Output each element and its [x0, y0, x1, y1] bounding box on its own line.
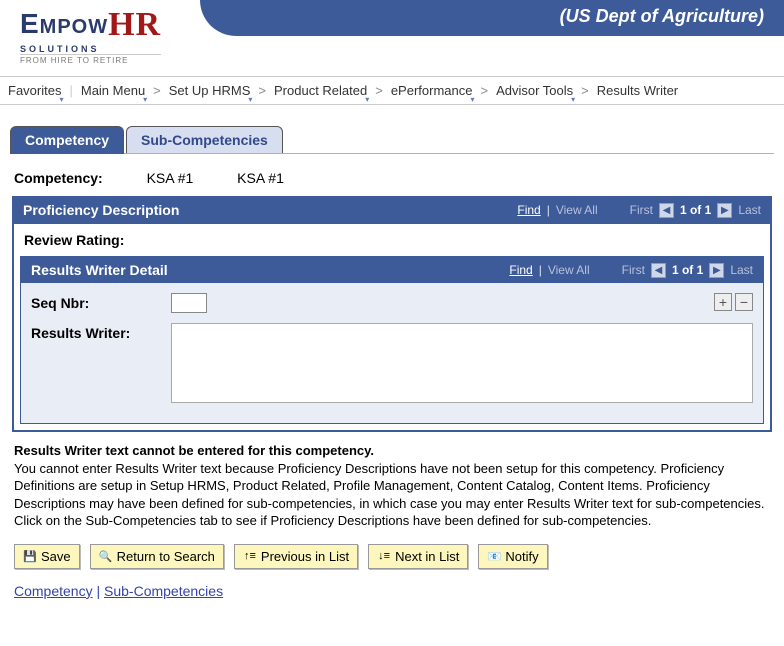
notify-icon: 📧 [487, 549, 501, 563]
detail-next-icon[interactable]: ▶ [709, 263, 724, 278]
return-to-search-button[interactable]: 🔍Return to Search [90, 544, 224, 569]
detail-panel: Results Writer Detail Find | View All Fi… [20, 256, 764, 424]
crumb-setup-hrms[interactable]: Set Up HRMS [169, 83, 251, 98]
notify-button[interactable]: 📧Notify [478, 544, 547, 569]
next-in-list-button[interactable]: ↓≡Next in List [368, 544, 468, 569]
crumb-product-related[interactable]: Product Related [274, 83, 367, 98]
detail-body: Seq Nbr: + − Results Writer: [21, 283, 763, 423]
logo-word-1: Empow [20, 8, 108, 39]
list-up-icon: ↑≡ [243, 549, 257, 563]
crumb-favorites[interactable]: Favorites [8, 83, 61, 98]
remove-row-button[interactable]: − [735, 293, 753, 311]
list-down-icon: ↓≡ [377, 549, 391, 563]
tab-competency[interactable]: Competency [10, 126, 124, 154]
app-logo: EmpowHR SOLUTIONS FROM HIRE TO RETIRE [20, 6, 161, 65]
action-buttons: 💾Save 🔍Return to Search ↑≡Previous in Li… [14, 544, 770, 569]
seq-nbr-input[interactable] [171, 293, 207, 313]
logo-word-2: HR [108, 6, 161, 43]
competency-desc: KSA #1 [237, 170, 284, 186]
add-row-button[interactable]: + [714, 293, 732, 311]
warning-heading: Results Writer text cannot be entered fo… [14, 443, 374, 458]
proficiency-body: Review Rating: Results Writer Detail Fin… [13, 223, 771, 431]
warning-block: Results Writer text cannot be entered fo… [14, 442, 770, 530]
prof-prev-icon[interactable]: ◀ [659, 203, 674, 218]
logo-tag: FROM HIRE TO RETIRE [20, 54, 161, 65]
results-writer-label: Results Writer: [31, 323, 171, 341]
proficiency-panel: Proficiency Description Find | View All … [12, 196, 772, 432]
warning-body: You cannot enter Results Writer text bec… [14, 461, 765, 529]
org-title: (US Dept of Agriculture) [560, 6, 764, 27]
detail-prev-icon[interactable]: ◀ [651, 263, 666, 278]
competency-row: Competency: KSA #1 KSA #1 [14, 170, 770, 186]
detail-last: Last [730, 263, 753, 277]
competency-label: Competency: [14, 170, 103, 186]
footer-link-competency[interactable]: Competency [14, 583, 93, 599]
competency-code: KSA #1 [147, 170, 194, 186]
crumb-advisor-tools[interactable]: Advisor Tools [496, 83, 573, 98]
detail-find-link[interactable]: Find [509, 263, 532, 277]
detail-first: First [622, 263, 645, 277]
previous-in-list-button[interactable]: ↑≡Previous in List [234, 544, 358, 569]
prof-find-link[interactable]: Find [517, 203, 540, 217]
proficiency-nav: Find | View All First ◀ 1 of 1 ▶ Last [517, 203, 761, 218]
proficiency-title: Proficiency Description [23, 202, 179, 218]
crumb-results-writer[interactable]: Results Writer [597, 83, 678, 98]
app-header: (US Dept of Agriculture) EmpowHR SOLUTIO… [0, 0, 784, 76]
prof-first: First [630, 203, 653, 217]
save-button[interactable]: 💾Save [14, 544, 80, 569]
detail-position: 1 of 1 [672, 263, 703, 277]
results-writer-textarea[interactable] [171, 323, 753, 403]
logo-sub: SOLUTIONS [20, 44, 161, 54]
review-rating-label: Review Rating: [14, 224, 770, 256]
prof-last: Last [738, 203, 761, 217]
proficiency-header: Proficiency Description Find | View All … [13, 197, 771, 223]
detail-title: Results Writer Detail [31, 262, 168, 278]
footer-link-sub-competencies[interactable]: Sub-Competencies [104, 583, 223, 599]
breadcrumb: Favorites | Main Menu > Set Up HRMS > Pr… [0, 76, 784, 105]
prof-viewall: View All [556, 203, 598, 217]
prof-next-icon[interactable]: ▶ [717, 203, 732, 218]
crumb-eperformance[interactable]: ePerformance [391, 83, 473, 98]
search-icon: 🔍 [99, 549, 113, 563]
detail-header: Results Writer Detail Find | View All Fi… [21, 257, 763, 283]
save-icon: 💾 [23, 549, 37, 563]
seq-nbr-label: Seq Nbr: [31, 293, 171, 311]
detail-viewall: View All [548, 263, 590, 277]
crumb-main-menu[interactable]: Main Menu [81, 83, 145, 98]
tab-sub-competencies[interactable]: Sub-Competencies [126, 126, 283, 153]
prof-position: 1 of 1 [680, 203, 711, 217]
footer-links: Competency | Sub-Competencies [14, 583, 770, 599]
detail-nav: Find | View All First ◀ 1 of 1 ▶ Last [509, 263, 753, 278]
tab-bar: Competency Sub-Competencies [10, 125, 774, 154]
